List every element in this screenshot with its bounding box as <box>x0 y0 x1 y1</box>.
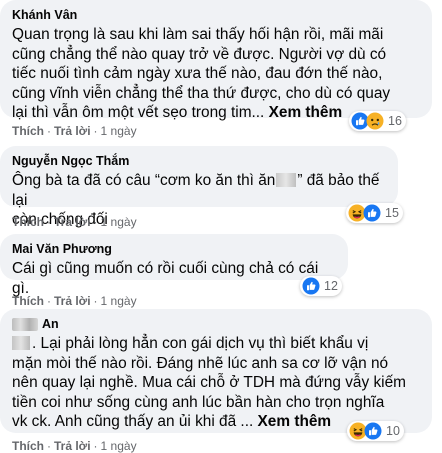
like-button[interactable]: Thích <box>12 439 44 453</box>
reaction-count: 12 <box>324 279 338 293</box>
comment-text: . Lại phải lòng hẳn con gái dịch vụ thì … <box>12 335 406 430</box>
comment-time[interactable]: 1 ngày <box>101 124 137 138</box>
like-reaction-icon <box>364 422 382 440</box>
comment-actions: Thích · Trả lời · 1 ngày <box>12 215 137 229</box>
comment-actions: Thích · Trả lời · 1 ngày <box>12 439 137 453</box>
comment-author[interactable]: Mai Văn Phương <box>12 241 336 257</box>
see-more-link[interactable]: Xem thêm <box>258 413 332 430</box>
like-button[interactable]: Thích <box>12 294 44 308</box>
comment-actions: Thích · Trả lời · 1 ngày <box>12 124 137 138</box>
comment-author[interactable]: An <box>12 316 420 332</box>
comment-bubble: Mai Văn Phương Cái gì cũng muốn có rồi c… <box>0 234 348 297</box>
sad-reaction-icon <box>366 112 384 130</box>
comment-bubble: An . Lại phải lòng hẳn con gái dịch vụ t… <box>0 309 432 433</box>
reaction-count: 15 <box>385 206 399 220</box>
reaction-summary[interactable]: 12 <box>300 276 342 296</box>
comment-time[interactable]: 1 ngày <box>101 215 137 229</box>
comment-time[interactable]: 1 ngày <box>101 294 137 308</box>
comment-author[interactable]: Nguyễn Ngọc Thắm <box>12 153 386 169</box>
comment-text: Quan trọng là sau khi làm sai thấy hối h… <box>12 26 391 121</box>
censored-word <box>12 336 30 350</box>
reaction-summary[interactable]: 16 <box>349 111 406 131</box>
reaction-count: 10 <box>386 424 400 438</box>
reply-button[interactable]: Trả lời <box>54 124 91 138</box>
comment-time[interactable]: 1 ngày <box>101 439 137 453</box>
like-reaction-icon <box>302 277 320 295</box>
comment-text: Cái gì cũng muốn có rồi cuối cùng chả có… <box>12 260 319 297</box>
see-more-link[interactable]: Xem thêm <box>269 104 343 121</box>
like-button[interactable]: Thích <box>12 124 44 138</box>
comment-bubble: Khánh Vân Quan trọng là sau khi làm sai … <box>0 0 432 121</box>
reaction-summary[interactable]: 15 <box>346 203 403 223</box>
reaction-summary[interactable]: 10 <box>347 421 404 441</box>
comment-actions: Thích · Trả lời · 1 ngày <box>12 294 137 308</box>
comment-author[interactable]: Khánh Vân <box>12 7 420 23</box>
comment-bubble: Nguyễn Ngọc Thắm Ông bà ta đã có câu “cơ… <box>0 146 398 228</box>
reply-button[interactable]: Trả lời <box>54 294 91 308</box>
blurred-name <box>12 318 38 331</box>
reply-button[interactable]: Trả lời <box>54 215 91 229</box>
reaction-count: 16 <box>388 114 402 128</box>
reply-button[interactable]: Trả lời <box>54 439 91 453</box>
like-button[interactable]: Thích <box>12 215 44 229</box>
like-reaction-icon <box>363 204 381 222</box>
censored-word <box>276 173 297 187</box>
